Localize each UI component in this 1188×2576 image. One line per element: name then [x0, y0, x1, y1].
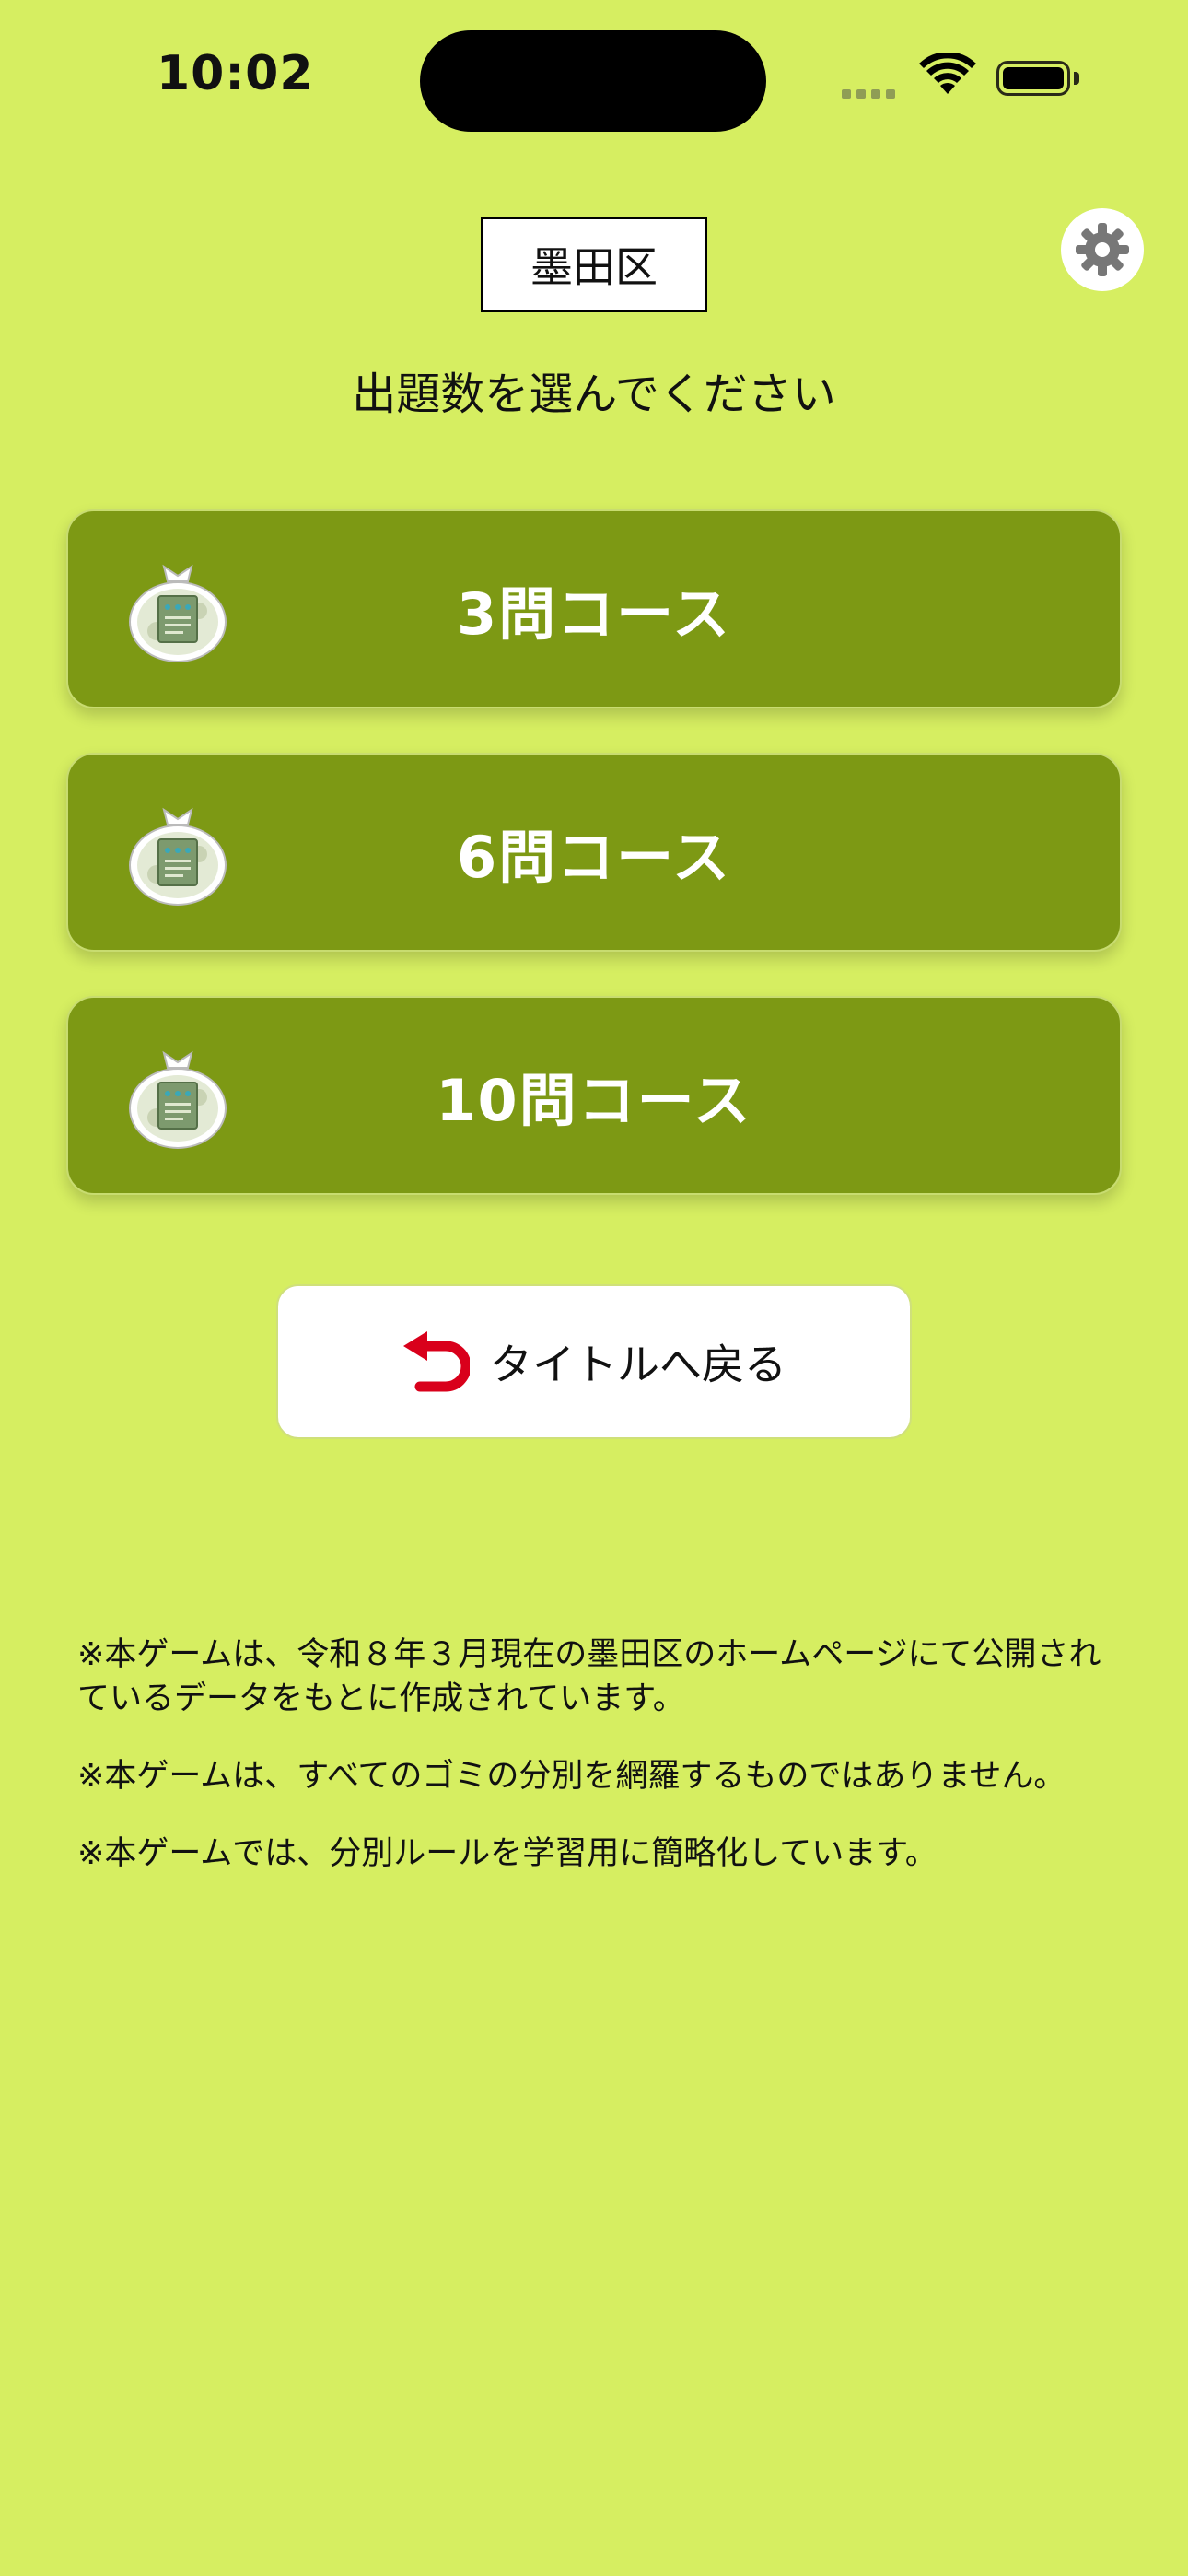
back-button-label: タイトルへ戻る	[490, 1340, 786, 1389]
course-10-button[interactable]: 10問コース	[66, 996, 1122, 1195]
course-label: 10問コース	[436, 1067, 752, 1134]
gear-icon	[1076, 223, 1129, 276]
note-simplified: ※本ゲームでは、分別ルールを学習用に簡略化しています。	[77, 1835, 938, 1872]
dynamic-island	[420, 30, 766, 132]
battery-icon	[996, 61, 1070, 96]
note-data-source: ※本ゲームは、令和８年３月現在の墨田区のホームページにて公開されているデータをも…	[77, 1636, 1101, 1717]
status-time: 10:02	[157, 46, 314, 101]
course-prompt: 出題数を選んでください	[352, 369, 836, 420]
back-to-title-button[interactable]: タイトルへ戻る	[276, 1284, 912, 1439]
battery-cap	[1074, 72, 1079, 85]
return-arrow-icon	[403, 1331, 470, 1392]
course-label: 3問コース	[456, 580, 732, 648]
disclaimer-notes: ※本ゲームは、令和８年３月現在の墨田区のホームページにて公開されているデータをも…	[77, 1633, 1127, 1909]
note-coverage: ※本ゲームは、すべてのゴミの分別を網羅するものではありません。	[77, 1758, 1066, 1795]
cellular-signal-icon	[842, 85, 901, 102]
wifi-icon	[919, 52, 976, 101]
course-3-button[interactable]: 3問コース	[66, 509, 1122, 708]
settings-button[interactable]	[1061, 208, 1144, 291]
course-label: 6問コース	[456, 824, 732, 891]
region-title: 墨田区	[481, 217, 707, 312]
course-6-button[interactable]: 6問コース	[66, 753, 1122, 952]
